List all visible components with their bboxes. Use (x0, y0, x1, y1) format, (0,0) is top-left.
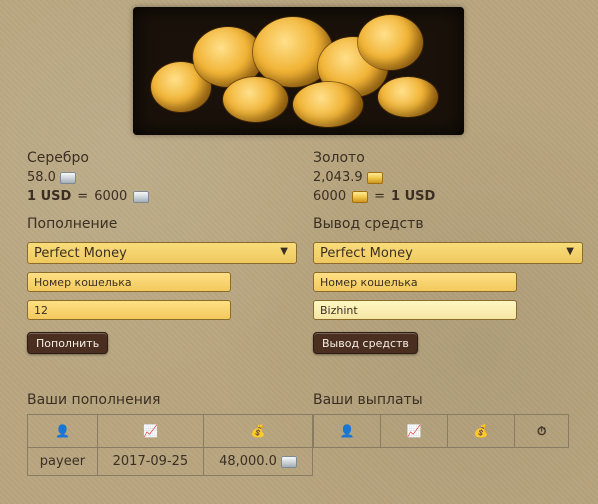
usd-amount: 1 USD (391, 189, 436, 204)
silver-bar-icon (59, 171, 76, 184)
clock-money-icon: ⏱ (536, 423, 547, 438)
chevron-down-icon: ▼ (566, 246, 574, 257)
header-user-icon: 👤 (312, 414, 382, 448)
amount-cell: 48,000.0 (203, 447, 313, 476)
withdraw-section: Вывод средств Perfect Money ▼ Номер коше… (313, 216, 583, 354)
fund-button[interactable]: Пополнить (27, 332, 109, 354)
fund-button-label: Пополнить (36, 336, 100, 350)
coin (293, 82, 363, 127)
payout-wallet-input[interactable]: Номер кошелька (313, 272, 517, 292)
payout-system-select[interactable]: Perfect Money ▼ (313, 242, 583, 264)
header-money-bag-icon: 💰 (447, 414, 516, 448)
date-cell: 2017-09-25 (96, 447, 205, 476)
deposits-table: 👤 📈 💰 payeer 2017-09-25 48,000.0 (27, 414, 313, 476)
wallet-number-input[interactable]: Номер кошелька (27, 272, 231, 292)
equals-sign: = (77, 189, 89, 204)
coin (223, 77, 288, 122)
gold-rate: 6000 = 1 USD (313, 189, 583, 204)
header-money-bag-icon: 💰 (203, 414, 313, 448)
gold-column: Золото 2,043.9 6000 = 1 USD Вывод средст… (313, 150, 583, 354)
money-bag-icon: 💰 (473, 423, 489, 438)
header-user-icon: 👤 (27, 414, 98, 448)
amount-value: 12 (34, 303, 48, 317)
header-chart-icon: 📈 (96, 414, 205, 448)
payout-wallet-value-input[interactable]: Bizhint (313, 300, 517, 320)
fund-section: Пополнение Perfect Money ▼ Номер кошельк… (27, 216, 297, 354)
payouts-table-wrap: Ваши выплаты 👤 📈 💰 ⏱ (312, 392, 569, 448)
user-icon: 👤 (339, 423, 355, 438)
silver-bar-icon (133, 190, 150, 203)
silver-bar-icon (280, 455, 297, 468)
gold-amount: 6000 (313, 189, 347, 204)
chart-icon: 📈 (406, 423, 422, 438)
payouts-title: Ваши выплаты (313, 392, 423, 408)
deposits-title: Ваши пополнения (27, 392, 161, 408)
fund-title: Пополнение (27, 216, 118, 232)
gold-bar-icon (352, 190, 369, 203)
gold-balance: 2,043.9 (313, 170, 363, 185)
header-chart-icon: 📈 (380, 414, 449, 448)
system-cell: payeer (27, 447, 98, 476)
user-icon: 👤 (54, 423, 70, 438)
silver-balance: 58.0 (27, 170, 56, 185)
withdraw-button-label: Вывод средств (322, 336, 409, 350)
silver-title: Серебро (27, 150, 89, 166)
payouts-table: 👤 📈 💰 ⏱ (312, 414, 569, 448)
payout-wallet-placeholder: Номер кошелька (320, 275, 418, 289)
gold-title: Золото (313, 150, 365, 166)
silver-rate: 1 USD = 6000 (27, 189, 297, 204)
payment-system-selected: Perfect Money (34, 245, 127, 261)
deposits-table-wrap: Ваши пополнения 👤 📈 💰 payeer 2017-09-25 … (27, 392, 313, 476)
silver-amount: 6000 (94, 189, 128, 204)
coin (358, 15, 423, 70)
gold-balance-line: 2,043.9 (313, 170, 583, 185)
amount-wrapper: 48,000.0 (210, 454, 306, 469)
silver-balance-line: 58.0 (27, 170, 297, 185)
chart-icon: 📈 (142, 423, 158, 438)
amount-input[interactable]: 12 (27, 300, 231, 320)
payment-system-select[interactable]: Perfect Money ▼ (27, 242, 297, 264)
coin (378, 77, 438, 117)
coins-banner (133, 7, 464, 135)
header-clock-money-icon: ⏱ (514, 414, 569, 448)
money-bag-icon: 💰 (250, 423, 266, 438)
usd-amount: 1 USD (27, 189, 72, 204)
withdraw-button[interactable]: Вывод средств (313, 332, 418, 354)
equals-sign: = (374, 189, 385, 204)
table-row: payeer 2017-09-25 48,000.0 (27, 447, 313, 476)
withdraw-title: Вывод средств (313, 216, 424, 232)
silver-column: Серебро 58.0 1 USD = 6000 Пополнение Per… (27, 150, 297, 354)
wallet-number-placeholder: Номер кошелька (34, 275, 132, 289)
chevron-down-icon: ▼ (280, 246, 288, 257)
gold-bar-icon (366, 171, 383, 184)
payout-wallet-value: Bizhint (320, 303, 358, 317)
amount-text: 48,000.0 (219, 454, 277, 469)
payout-system-selected: Perfect Money (320, 245, 413, 261)
